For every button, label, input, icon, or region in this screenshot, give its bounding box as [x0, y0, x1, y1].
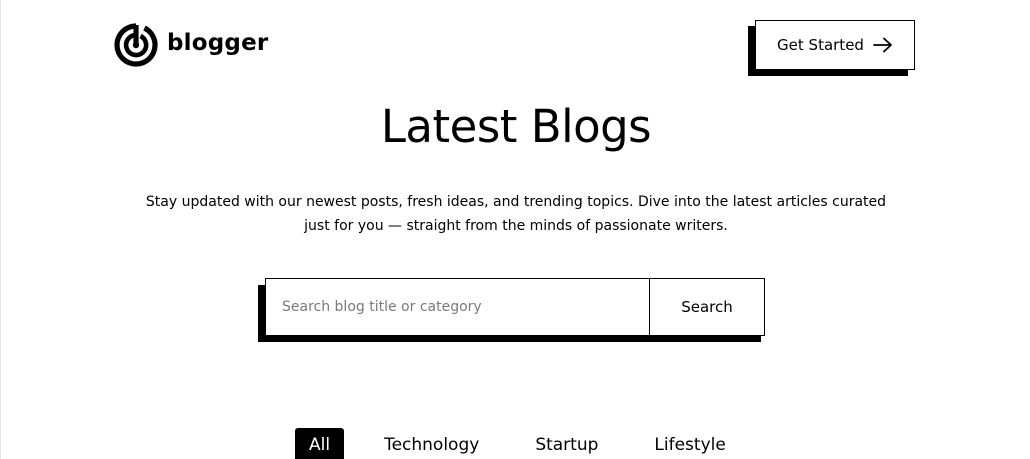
search-button[interactable]: Search [649, 279, 764, 335]
search-wrapper: Search [258, 278, 765, 343]
get-started-label: Get Started [777, 35, 864, 54]
get-started-wrapper: Get Started [748, 20, 915, 76]
category-tabs: All Technology Startup Lifestyle [295, 428, 739, 459]
search-input[interactable] [266, 279, 649, 335]
tab-all[interactable]: All [295, 428, 345, 459]
search-bar: Search [265, 278, 765, 336]
arrow-right-icon [873, 37, 892, 53]
page-subtitle: Stay updated with our newest posts, fres… [145, 194, 887, 234]
tab-technology[interactable]: Technology [371, 428, 492, 459]
target-logo-icon [114, 23, 158, 67]
brand-logo[interactable]: blogger [114, 23, 268, 67]
get-started-button[interactable]: Get Started [755, 20, 915, 70]
page-title: Latest Blogs [380, 100, 652, 153]
brand-name: blogger [167, 30, 269, 56]
page: blogger Get Started Latest Blogs Stay up… [0, 0, 1030, 459]
tab-startup[interactable]: Startup [522, 428, 611, 459]
tab-lifestyle[interactable]: Lifestyle [641, 428, 738, 459]
